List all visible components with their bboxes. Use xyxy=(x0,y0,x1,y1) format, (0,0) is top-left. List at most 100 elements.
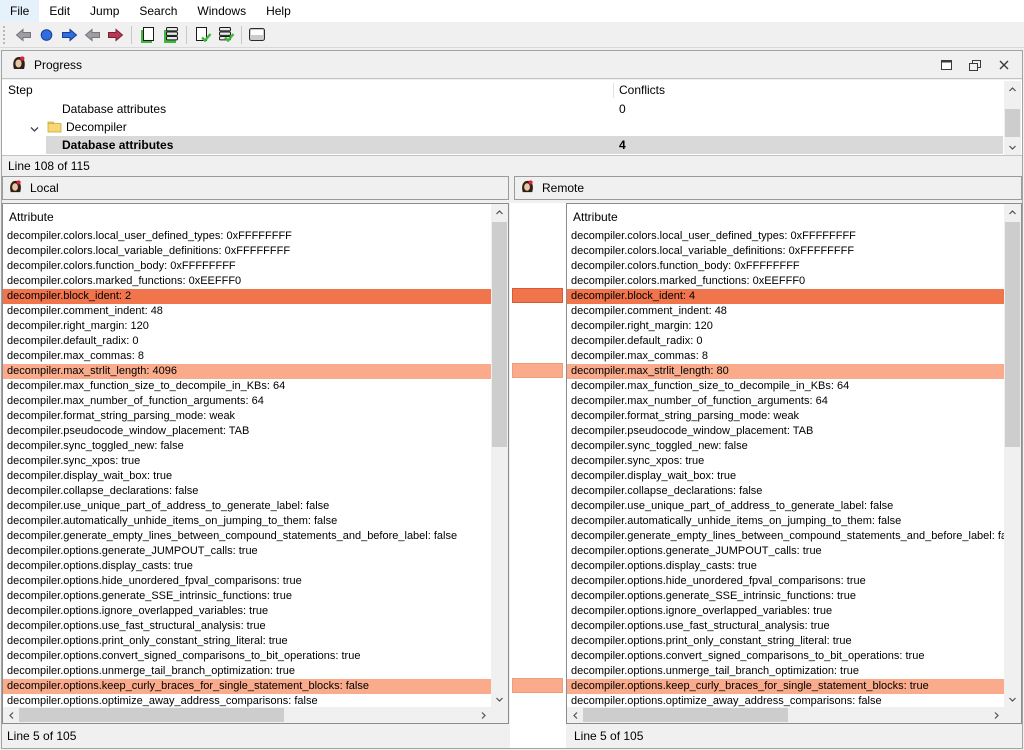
restore-icon[interactable] xyxy=(963,55,987,75)
attribute-row[interactable]: decompiler.sync_xpos: true xyxy=(567,454,1004,469)
menu-item-help[interactable]: Help xyxy=(256,0,301,22)
close-icon[interactable] xyxy=(992,55,1016,75)
attribute-row[interactable]: decompiler.options.hide_unordered_fpval_… xyxy=(567,574,1004,589)
attribute-row[interactable]: decompiler.sync_toggled_new: false xyxy=(3,439,491,454)
attribute-row[interactable]: decompiler.automatically_unhide_items_on… xyxy=(3,514,491,529)
scroll-thumb[interactable] xyxy=(1005,109,1020,137)
attribute-row[interactable]: decompiler.right_margin: 120 xyxy=(567,319,1004,334)
attribute-row[interactable]: decompiler.options.display_casts: true xyxy=(3,559,491,574)
attribute-row[interactable]: decompiler.block_ident: 4 xyxy=(567,289,1004,304)
steps-scrollbar[interactable] xyxy=(1004,81,1021,155)
scroll-up-icon[interactable] xyxy=(1004,204,1021,220)
attribute-row[interactable]: decompiler.colors.function_body: 0xFFFFF… xyxy=(567,259,1004,274)
attribute-row[interactable]: decompiler.options.display_casts: true xyxy=(567,559,1004,574)
steps-row[interactable]: Database attributes4 xyxy=(2,136,1003,154)
attribute-row[interactable]: decompiler.options.keep_curly_braces_for… xyxy=(567,679,1004,694)
nav-back-icon[interactable] xyxy=(12,24,35,46)
attribute-row[interactable]: decompiler.max_commas: 8 xyxy=(3,349,491,364)
menu-item-file[interactable]: File xyxy=(0,0,39,22)
scroll-down-icon[interactable] xyxy=(1004,691,1021,707)
attribute-row[interactable]: decompiler.display_wait_box: true xyxy=(567,469,1004,484)
scroll-left-icon[interactable] xyxy=(3,707,19,723)
attribute-row[interactable]: decompiler.pseudocode_window_placement: … xyxy=(567,424,1004,439)
attribute-row[interactable]: decompiler.colors.function_body: 0xFFFFF… xyxy=(3,259,491,274)
local-vertical-scrollbar[interactable] xyxy=(491,204,508,707)
attribute-row[interactable]: decompiler.options.optimize_away_address… xyxy=(3,694,491,707)
attribute-row[interactable]: decompiler.options.ignore_overlapped_var… xyxy=(567,604,1004,619)
attribute-row[interactable]: decompiler.max_number_of_function_argume… xyxy=(3,394,491,409)
scroll-right-icon[interactable] xyxy=(475,707,491,723)
attribute-row[interactable]: decompiler.max_strlit_length: 80 xyxy=(567,364,1004,379)
attribute-row[interactable]: decompiler.colors.local_variable_definit… xyxy=(567,244,1004,259)
attribute-row[interactable]: decompiler.options.print_only_constant_s… xyxy=(567,634,1004,649)
attribute-row[interactable]: decompiler.max_function_size_to_decompil… xyxy=(567,379,1004,394)
attribute-row[interactable]: decompiler.max_function_size_to_decompil… xyxy=(3,379,491,394)
scroll-up-icon[interactable] xyxy=(1004,81,1021,97)
attribute-row[interactable]: decompiler.options.unmerge_tail_branch_o… xyxy=(3,664,491,679)
attribute-row[interactable]: decompiler.colors.local_user_defined_typ… xyxy=(567,229,1004,244)
remote-vertical-scrollbar[interactable] xyxy=(1004,204,1021,707)
attribute-row[interactable]: decompiler.options.hide_unordered_fpval_… xyxy=(3,574,491,589)
attribute-row[interactable]: decompiler.automatically_unhide_items_on… xyxy=(567,514,1004,529)
scroll-down-icon[interactable] xyxy=(491,691,508,707)
attribute-row[interactable]: decompiler.max_strlit_length: 4096 xyxy=(3,364,491,379)
attribute-row[interactable]: decompiler.options.unmerge_tail_branch_o… xyxy=(567,664,1004,679)
attribute-row[interactable]: decompiler.default_radix: 0 xyxy=(567,334,1004,349)
menu-item-edit[interactable]: Edit xyxy=(39,0,80,22)
attribute-row[interactable]: decompiler.options.generate_SSE_intrinsi… xyxy=(3,589,491,604)
attribute-row[interactable]: decompiler.max_number_of_function_argume… xyxy=(567,394,1004,409)
attribute-row[interactable]: decompiler.right_margin: 120 xyxy=(3,319,491,334)
prev-conflict-icon[interactable] xyxy=(81,24,104,46)
menu-item-search[interactable]: Search xyxy=(129,0,187,22)
scroll-thumb[interactable] xyxy=(1005,222,1020,447)
attribute-row[interactable]: decompiler.options.optimize_away_address… xyxy=(567,694,1004,707)
attribute-row[interactable]: decompiler.options.use_fast_structural_a… xyxy=(3,619,491,634)
attribute-row[interactable]: decompiler.use_unique_part_of_address_to… xyxy=(567,499,1004,514)
attribute-row[interactable]: decompiler.options.generate_SSE_intrinsi… xyxy=(567,589,1004,604)
menu-item-jump[interactable]: Jump xyxy=(80,0,129,22)
next-conflict-icon[interactable] xyxy=(104,24,127,46)
database-apply-icon[interactable] xyxy=(214,24,237,46)
scroll-thumb[interactable] xyxy=(583,708,788,722)
attribute-row[interactable]: decompiler.options.print_only_constant_s… xyxy=(3,634,491,649)
attribute-row[interactable]: decompiler.default_radix: 0 xyxy=(3,334,491,349)
toolbar-drag-handle[interactable] xyxy=(3,26,8,44)
document-icon[interactable] xyxy=(136,24,159,46)
attribute-row[interactable]: decompiler.sync_xpos: true xyxy=(3,454,491,469)
scroll-up-icon[interactable] xyxy=(491,204,508,220)
attribute-row[interactable]: decompiler.options.generate_JUMPOUT_call… xyxy=(3,544,491,559)
attribute-row[interactable]: decompiler.use_unique_part_of_address_to… xyxy=(3,499,491,514)
attribute-row[interactable]: decompiler.block_ident: 2 xyxy=(3,289,491,304)
attribute-row[interactable]: decompiler.format_string_parsing_mode: w… xyxy=(567,409,1004,424)
scroll-thumb[interactable] xyxy=(19,708,284,722)
attribute-row[interactable]: decompiler.pseudocode_window_placement: … xyxy=(3,424,491,439)
scroll-right-icon[interactable] xyxy=(988,707,1004,723)
attribute-row[interactable]: decompiler.options.keep_curly_braces_for… xyxy=(3,679,491,694)
window-view-icon[interactable] xyxy=(246,24,269,46)
menu-item-windows[interactable]: Windows xyxy=(187,0,256,22)
remote-horizontal-scrollbar[interactable] xyxy=(567,707,1004,723)
attribute-row[interactable]: decompiler.options.generate_JUMPOUT_call… xyxy=(567,544,1004,559)
local-horizontal-scrollbar[interactable] xyxy=(3,707,491,723)
maximize-icon[interactable] xyxy=(934,55,958,75)
scroll-down-icon[interactable] xyxy=(1004,139,1021,155)
attribute-row[interactable]: decompiler.format_string_parsing_mode: w… xyxy=(3,409,491,424)
attribute-row[interactable]: decompiler.colors.local_variable_definit… xyxy=(3,244,491,259)
attribute-row[interactable]: decompiler.max_commas: 8 xyxy=(567,349,1004,364)
attribute-row[interactable]: decompiler.display_wait_box: true xyxy=(3,469,491,484)
attribute-row[interactable]: decompiler.generate_empty_lines_between_… xyxy=(3,529,491,544)
document-apply-icon[interactable] xyxy=(191,24,214,46)
scroll-left-icon[interactable] xyxy=(567,707,583,723)
attribute-row[interactable]: decompiler.colors.marked_functions: 0xEE… xyxy=(3,274,491,289)
attribute-row[interactable]: decompiler.colors.marked_functions: 0xEE… xyxy=(567,274,1004,289)
database-list-icon[interactable] xyxy=(159,24,182,46)
current-position-icon[interactable] xyxy=(35,24,58,46)
attribute-row[interactable]: decompiler.generate_empty_lines_between_… xyxy=(567,529,1004,544)
attribute-row[interactable]: decompiler.options.use_fast_structural_a… xyxy=(567,619,1004,634)
attribute-row[interactable]: decompiler.sync_toggled_new: false xyxy=(567,439,1004,454)
attribute-row[interactable]: decompiler.options.convert_signed_compar… xyxy=(567,649,1004,664)
nav-forward-icon[interactable] xyxy=(58,24,81,46)
steps-row[interactable]: Database attributes0 xyxy=(2,100,1003,118)
attribute-row[interactable]: decompiler.colors.local_user_defined_typ… xyxy=(3,229,491,244)
scroll-thumb[interactable] xyxy=(492,222,507,447)
